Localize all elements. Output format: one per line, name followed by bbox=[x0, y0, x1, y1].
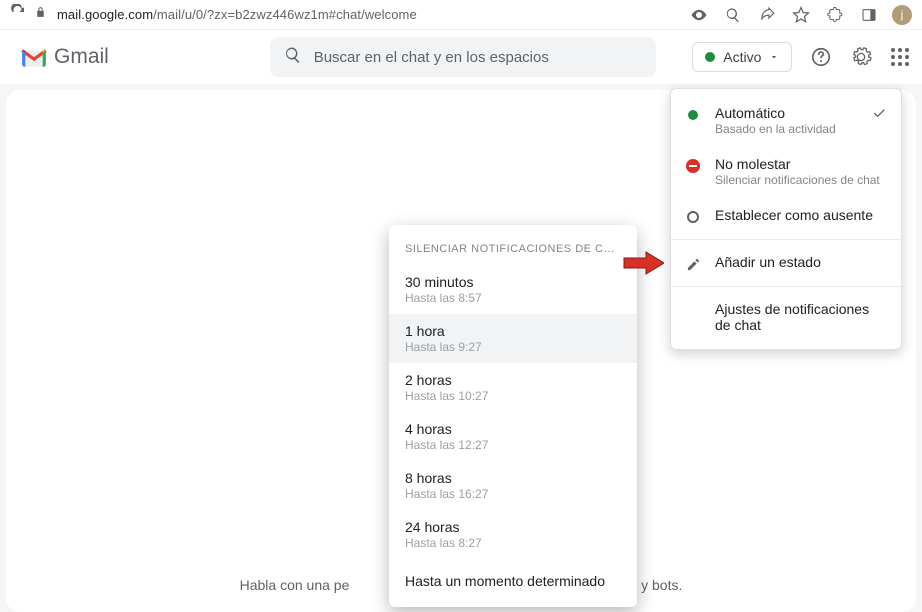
url-display[interactable]: mail.google.com/mail/u/0/?zx=b2zwz446wz1… bbox=[57, 7, 678, 22]
silence-option-4h[interactable]: 4 horasHasta las 12:27 bbox=[389, 412, 637, 461]
extensions-icon[interactable] bbox=[824, 4, 846, 26]
search-placeholder: Buscar en el chat y en los espacios bbox=[314, 49, 549, 66]
share-icon[interactable] bbox=[756, 4, 778, 26]
zoom-icon[interactable] bbox=[722, 4, 744, 26]
profile-avatar[interactable]: j bbox=[892, 5, 912, 25]
status-option-dnd[interactable]: No molestar Silenciar notificaciones de … bbox=[671, 146, 901, 197]
browser-toolbar: mail.google.com/mail/u/0/?zx=b2zwz446wz1… bbox=[0, 0, 922, 30]
status-option-away[interactable]: Establecer como ausente bbox=[671, 197, 901, 235]
active-dot-icon bbox=[688, 110, 698, 120]
annotation-arrow-icon bbox=[622, 250, 662, 274]
silence-option-2h[interactable]: 2 horasHasta las 10:27 bbox=[389, 363, 637, 412]
silence-option-custom[interactable]: Hasta un momento determinado bbox=[389, 559, 637, 595]
silence-option-8h[interactable]: 8 horasHasta las 16:27 bbox=[389, 461, 637, 510]
silence-option-24h[interactable]: 24 horasHasta las 8:27 bbox=[389, 510, 637, 559]
app-header: Gmail Buscar en el chat y en los espacio… bbox=[0, 30, 922, 84]
status-button[interactable]: Activo bbox=[692, 42, 792, 72]
apps-icon[interactable] bbox=[890, 46, 910, 68]
brand-text: Gmail bbox=[54, 45, 109, 69]
silence-option-1h[interactable]: 1 horaHasta las 9:27 bbox=[389, 314, 637, 363]
status-option-auto[interactable]: Automático Basado en la actividad bbox=[671, 95, 901, 146]
check-icon bbox=[871, 105, 887, 126]
eye-icon[interactable] bbox=[688, 4, 710, 26]
divider bbox=[671, 239, 901, 240]
brand-logo[interactable]: Gmail bbox=[20, 45, 109, 69]
lock-icon bbox=[34, 6, 47, 24]
help-icon[interactable] bbox=[810, 46, 832, 68]
add-status[interactable]: Añadir un estado bbox=[671, 244, 901, 282]
gear-icon[interactable] bbox=[850, 46, 872, 68]
reload-icon[interactable] bbox=[10, 4, 26, 25]
silence-option-30m[interactable]: 30 minutosHasta las 8:57 bbox=[389, 265, 637, 314]
panel-icon[interactable] bbox=[858, 4, 880, 26]
caret-down-icon bbox=[769, 49, 779, 65]
search-input[interactable]: Buscar en el chat y en los espacios bbox=[270, 37, 657, 77]
away-ring-icon bbox=[687, 211, 699, 223]
content-area: Habla con una pe y bots. Automático Basa… bbox=[6, 90, 916, 612]
submenu-header: SILENCIAR NOTIFICACIONES DE CHAT D… bbox=[389, 229, 637, 265]
divider bbox=[671, 286, 901, 287]
search-icon bbox=[284, 46, 302, 69]
silence-submenu: SILENCIAR NOTIFICACIONES DE CHAT D… 30 m… bbox=[389, 225, 637, 607]
notification-settings[interactable]: Ajustes de notificaciones de chat bbox=[671, 291, 901, 343]
dnd-dot-icon bbox=[686, 159, 700, 173]
status-dropdown: Automático Basado en la actividad No mol… bbox=[670, 88, 902, 350]
status-dot-icon bbox=[705, 52, 715, 62]
pencil-icon bbox=[685, 256, 701, 272]
star-icon[interactable] bbox=[790, 4, 812, 26]
